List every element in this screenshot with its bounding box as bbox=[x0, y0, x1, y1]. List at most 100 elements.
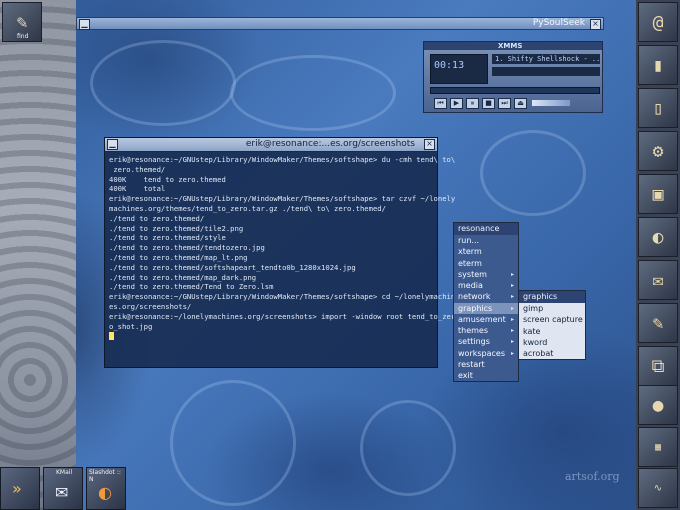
terminal-line: ./tend to zero.themed/style bbox=[109, 233, 226, 243]
terminal-line: ./tend to zero.themed/tile2.png bbox=[109, 223, 244, 233]
kmail-label: KMail bbox=[56, 469, 73, 476]
prev-icon[interactable]: ⏮ bbox=[434, 98, 447, 109]
pause-icon[interactable]: ⏸ bbox=[466, 98, 479, 109]
menu-item-themes[interactable]: themes ▸ bbox=[454, 325, 518, 337]
submenu-arrow-icon: ▸ bbox=[510, 349, 514, 357]
wallpaper-swirl bbox=[90, 40, 236, 126]
network-icon: ⧉ bbox=[651, 355, 665, 377]
terminal-line: erik@resonance:~/GNUstep/Library/WindowM… bbox=[109, 155, 456, 164]
terminal-line: 400K total bbox=[109, 184, 166, 194]
eject-icon[interactable]: ⏏ bbox=[514, 98, 527, 109]
submenu-arrow-icon: ▸ bbox=[510, 293, 514, 301]
xmms-info bbox=[492, 67, 600, 76]
submenu-arrow-icon: ▸ bbox=[510, 338, 514, 346]
terminal-line: o_shot.jpg bbox=[109, 321, 153, 331]
dock-app-mail[interactable]: ✉ bbox=[638, 260, 678, 300]
close-button[interactable]: × bbox=[590, 19, 601, 30]
clip-label: find bbox=[17, 33, 29, 40]
dock-app-images[interactable]: ▣ bbox=[638, 174, 678, 214]
window-title: PySoulSeek bbox=[532, 18, 585, 28]
desktop-edge-strip bbox=[0, 0, 76, 510]
menu-item-eterm[interactable]: eterm bbox=[454, 257, 518, 269]
menu-item-label: workspaces bbox=[458, 348, 505, 358]
menu-item-label: graphics bbox=[458, 303, 493, 313]
dock-app-blender[interactable]: ◐ bbox=[638, 217, 678, 257]
menu-item-acrobat[interactable]: acrobat bbox=[519, 348, 585, 360]
root-menu-title: resonance bbox=[454, 223, 518, 235]
close-button[interactable]: × bbox=[424, 139, 435, 150]
terminal-line: ./tend to zero.themed/Tend to Zero.lsm bbox=[109, 282, 274, 292]
terminal-title: erik@resonance:...es.org/screenshots bbox=[245, 139, 415, 149]
play-icon[interactable]: ▶ bbox=[450, 98, 463, 109]
menu-item-amusement[interactable]: amusement ▸ bbox=[454, 313, 518, 325]
envelope-icon: ✉ bbox=[55, 483, 69, 502]
dock-app-notebook[interactable]: ▯ bbox=[638, 88, 678, 128]
terminal-line: ./tend to zero.themed/softshapeart_tendt… bbox=[109, 262, 356, 272]
stop-icon[interactable]: ■ bbox=[482, 98, 495, 109]
miniwindow-bar: » KMail ✉ Slashdot :: N ◐ bbox=[0, 467, 128, 510]
wallpaper-swirl bbox=[360, 400, 456, 496]
wallpaper-swirl bbox=[480, 130, 586, 216]
submenu-arrow-icon: ▸ bbox=[510, 282, 514, 289]
dock: @ ▮ ▯ ⚙ ▣ ◐ ✉ ✎ ⧉ ● ▦ ∿ bbox=[636, 0, 680, 510]
terminal-line: ./tend to zero.themed/map_lt.png bbox=[109, 252, 248, 262]
menu-item-workspaces[interactable]: workspaces ▸ bbox=[454, 347, 518, 359]
xmms-seek-bar[interactable] bbox=[430, 87, 600, 94]
slashdot-miniwindow[interactable]: Slashdot :: N ◐ bbox=[86, 467, 126, 510]
graphics-submenu-title: graphics bbox=[519, 291, 585, 303]
terminal-output[interactable]: erik@resonance:~/GNUstep/Library/WindowM… bbox=[105, 152, 455, 344]
menu-item-restart[interactable]: restart bbox=[454, 358, 518, 370]
dock-app-konqueror[interactable]: ⚙ bbox=[638, 131, 678, 171]
dock-app-book[interactable]: ▮ bbox=[638, 45, 678, 85]
wallpaper-swirl bbox=[170, 380, 296, 506]
menu-item-system[interactable]: system ▸ bbox=[454, 268, 518, 280]
menu-item-kword[interactable]: kword bbox=[519, 336, 585, 348]
terminal-window[interactable]: ▁ erik@resonance:...es.org/screenshots ×… bbox=[104, 137, 455, 368]
menu-item-screen-capture[interactable]: screen capture bbox=[519, 314, 585, 326]
menu-item-media[interactable]: media ▸ bbox=[454, 280, 518, 292]
xmms-player[interactable]: XMMS 00:13 1. Shifty Shellshock - ... ⏮ … bbox=[423, 41, 603, 113]
dock-app-clock[interactable]: ▦ bbox=[638, 427, 678, 467]
wallpaper-swirl bbox=[230, 55, 396, 131]
pysoulseek-titlebar[interactable]: ▁ PySoulSeek × bbox=[76, 17, 604, 30]
menu-item-label: themes bbox=[458, 326, 489, 335]
dock-app-monitor[interactable]: ∿ bbox=[638, 468, 678, 508]
dock-app-knob[interactable]: ● bbox=[638, 385, 678, 425]
menu-item-label: media bbox=[458, 281, 483, 290]
xmms-volume-slider[interactable] bbox=[532, 100, 570, 106]
blender-icon: ◐ bbox=[652, 226, 664, 248]
menu-item-settings[interactable]: settings ▸ bbox=[454, 336, 518, 348]
dock-app-editor[interactable]: ✎ bbox=[638, 303, 678, 343]
menu-item-graphics[interactable]: graphics ▸ bbox=[454, 302, 518, 314]
menu-item-exit[interactable]: exit bbox=[454, 370, 518, 382]
menu-item-xterm[interactable]: xterm bbox=[454, 246, 518, 258]
graphics-submenu[interactable]: graphics gimp screen capture kate kword … bbox=[518, 290, 586, 361]
workspace-next-button[interactable]: » bbox=[0, 467, 40, 510]
menu-item-kate[interactable]: kate bbox=[519, 325, 585, 337]
root-menu[interactable]: resonance run... xterm eterm system ▸ med… bbox=[453, 222, 519, 383]
kmail-miniwindow[interactable]: KMail ✉ bbox=[43, 467, 83, 510]
pencil-icon: ✎ bbox=[652, 312, 664, 334]
menu-item-network[interactable]: network ▸ bbox=[454, 291, 518, 303]
terminal-line: es.org/screenshots/ bbox=[109, 301, 192, 311]
terminal-line: ./tend to zero.themed/tendtozero.jpg bbox=[109, 243, 265, 253]
swirl-logo-icon: @ bbox=[652, 11, 664, 33]
submenu-arrow-icon: ▸ bbox=[510, 315, 514, 323]
terminal-titlebar[interactable]: ▁ erik@resonance:...es.org/screenshots × bbox=[105, 138, 437, 152]
menu-item-label: settings bbox=[458, 337, 490, 347]
submenu-arrow-icon: ▸ bbox=[510, 270, 514, 278]
clock-icon: ▦ bbox=[654, 441, 662, 453]
photos-icon: ▣ bbox=[652, 183, 664, 205]
blender-icon: ◐ bbox=[98, 483, 112, 502]
terminal-line: ./tend to zero.themed/map_dark.png bbox=[109, 272, 257, 282]
workspace-clip[interactable]: ✎ find bbox=[2, 2, 42, 42]
menu-item-gimp[interactable]: gimp bbox=[519, 303, 585, 315]
dock-app-network[interactable]: ⧉ bbox=[638, 346, 678, 386]
menu-item-run[interactable]: run... bbox=[454, 235, 518, 247]
xmms-titlebar[interactable]: XMMS bbox=[424, 42, 602, 50]
terminal-line: 400K tend to zero.themed bbox=[109, 174, 226, 184]
dock-app-debian[interactable]: @ bbox=[638, 2, 678, 42]
minimize-button[interactable]: ▁ bbox=[79, 19, 90, 30]
next-icon[interactable]: ⏭ bbox=[498, 98, 511, 109]
xmms-song-title: 1. Shifty Shellshock - ... bbox=[492, 54, 600, 64]
